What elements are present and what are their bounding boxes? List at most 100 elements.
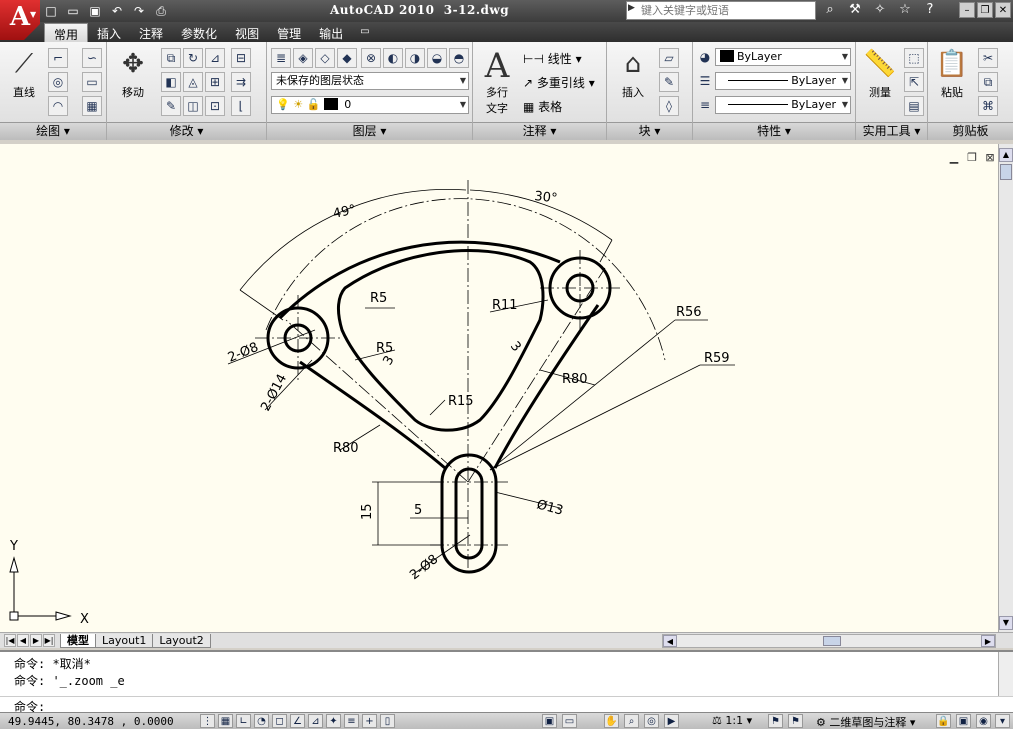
spline-icon[interactable]: ∽ xyxy=(82,48,102,68)
scroll-right-icon[interactable]: ▶ xyxy=(981,635,995,647)
layer-lock-icon[interactable]: ◆ xyxy=(337,48,357,68)
paste-button[interactable]: 📋 粘贴 xyxy=(930,46,974,100)
tab-layout1[interactable]: Layout1 xyxy=(95,634,154,648)
mtext-button[interactable]: A 多行 文字 xyxy=(475,46,519,116)
rectangle-icon[interactable]: ▭ xyxy=(82,72,102,92)
minimize-button[interactable]: – xyxy=(959,2,975,18)
redo-icon[interactable]: ↷ xyxy=(130,2,148,20)
tab-parametric[interactable]: 参数化 xyxy=(172,23,226,42)
steering-wheel-icon[interactable]: ◎ xyxy=(644,714,659,728)
match-properties-icon[interactable]: ⌘ xyxy=(978,96,998,116)
insert-block-button[interactable]: ⌂ 插入 xyxy=(611,46,655,100)
lineweight-icon[interactable]: ≡ xyxy=(695,96,715,116)
copy-icon[interactable]: ⧉ xyxy=(161,48,181,68)
hscroll-thumb[interactable] xyxy=(823,636,841,646)
layer-state-select[interactable]: 未保存的图层状态 ▼ xyxy=(271,72,469,90)
annotation-panel-title[interactable]: 注释 ▾ xyxy=(473,122,606,140)
lineweight-select[interactable]: ByLayer ▼ xyxy=(715,96,851,114)
mleader-button[interactable]: ↗ 多重引线 ▾ xyxy=(523,74,595,91)
communication-icon[interactable]: ✧ xyxy=(870,2,890,17)
utilities-panel-title[interactable]: 实用工具 ▾ xyxy=(856,122,927,140)
horizontal-scrollbar[interactable]: ◀ ▶ xyxy=(662,634,996,648)
measure-button[interactable]: 📏 测量 xyxy=(858,46,902,100)
next-layout-icon[interactable]: ▶ xyxy=(30,634,42,647)
tab-layout2[interactable]: Layout2 xyxy=(152,634,211,648)
help-icon[interactable]: ? xyxy=(920,2,940,17)
quick-select-icon[interactable]: ⬚ xyxy=(904,48,924,68)
layer-select[interactable]: 💡 ☀ 🔓 0 ▼ xyxy=(271,96,469,114)
select-icon[interactable]: ⇱ xyxy=(904,72,924,92)
layer-properties-icon[interactable]: ≣ xyxy=(271,48,291,68)
layer-prev-icon[interactable]: ◒ xyxy=(427,48,447,68)
model-space-icon[interactable]: ▣ xyxy=(542,714,557,728)
hatch-icon[interactable]: ▦ xyxy=(82,96,102,116)
block-panel-title[interactable]: 块 ▾ xyxy=(607,122,692,140)
layer-iso-icon[interactable]: ◐ xyxy=(383,48,403,68)
scroll-thumb[interactable] xyxy=(1000,164,1012,180)
circle-icon[interactable]: ◎ xyxy=(48,72,68,92)
object-snap-icon[interactable]: ◻ xyxy=(272,714,287,728)
mirror-icon[interactable]: ◧ xyxy=(161,72,181,92)
ducs-icon[interactable]: ⊿ xyxy=(308,714,323,728)
last-layout-icon[interactable]: ▶| xyxy=(43,634,55,647)
move-button[interactable]: ✥ 移动 xyxy=(111,46,155,100)
open-icon[interactable]: ▭ xyxy=(64,2,82,20)
linear-dim-button[interactable]: ⊢⊣ 线性 ▾ xyxy=(523,50,582,67)
new-icon[interactable]: □ xyxy=(42,2,60,20)
layer-freeze-icon[interactable]: ◇ xyxy=(315,48,335,68)
scroll-up-icon[interactable]: ▲ xyxy=(999,148,1013,162)
layers-panel-title[interactable]: 图层 ▾ xyxy=(267,122,472,140)
scale-icon[interactable]: ⊞ xyxy=(205,72,225,92)
coordinate-readout[interactable]: 49.9445, 80.3478 , 0.0000 xyxy=(8,715,174,728)
scroll-left-icon[interactable]: ◀ xyxy=(663,635,677,647)
trim-icon[interactable]: ⊿ xyxy=(205,48,225,68)
object-snap-tracking-icon[interactable]: ∠ xyxy=(290,714,305,728)
selection-cycling-icon[interactable]: ▯ xyxy=(380,714,395,728)
modify-panel-title[interactable]: 修改 ▾ xyxy=(107,122,266,140)
vertical-scrollbar[interactable]: ▲ ▼ xyxy=(998,144,1013,632)
polyline-icon[interactable]: ⌐ xyxy=(48,48,68,68)
copy-clip-icon[interactable]: ⧉ xyxy=(978,72,998,92)
ortho-mode-icon[interactable]: ∟ xyxy=(236,714,251,728)
undo-icon[interactable]: ↶ xyxy=(108,2,126,20)
offset-icon[interactable]: ⇉ xyxy=(231,72,251,92)
clean-screen-icon[interactable]: ▾ xyxy=(995,714,1010,728)
color-wheel-icon[interactable]: ◕ xyxy=(695,48,715,68)
edit-block-icon[interactable]: ✎ xyxy=(659,72,679,92)
rotate-icon[interactable]: ↻ xyxy=(183,48,203,68)
stretch-icon[interactable]: ✎ xyxy=(161,96,181,116)
properties-panel-title[interactable]: 特性 ▾ xyxy=(693,122,855,140)
restore-button[interactable]: ❐ xyxy=(977,2,993,18)
isolate-objects-icon[interactable]: ◉ xyxy=(976,714,991,728)
save-icon[interactable]: ▣ xyxy=(86,2,104,20)
command-input[interactable] xyxy=(56,698,926,713)
scroll-down-icon[interactable]: ▼ xyxy=(999,616,1013,630)
pan-icon[interactable]: ✋ xyxy=(604,714,619,728)
lineweight-display-icon[interactable]: ≡ xyxy=(344,714,359,728)
chevron-down-icon[interactable]: ▼ xyxy=(30,10,36,19)
layer-walk-icon[interactable]: ◓ xyxy=(449,48,469,68)
prev-layout-icon[interactable]: ◀ xyxy=(17,634,29,647)
hardware-acceleration-icon[interactable]: ▣ xyxy=(956,714,971,728)
create-block-icon[interactable]: ▱ xyxy=(659,48,679,68)
line-button[interactable]: ⟋ 直线 xyxy=(2,46,46,100)
linetype-icon[interactable]: ☰ xyxy=(695,72,715,92)
grid-mode-icon[interactable]: ▦ xyxy=(218,714,233,728)
close-button[interactable]: ✕ xyxy=(995,2,1011,18)
linetype-select[interactable]: ByLayer ▼ xyxy=(715,72,851,90)
color-select[interactable]: ByLayer ▼ xyxy=(715,48,851,66)
tab-view[interactable]: 视图 xyxy=(226,23,268,42)
polar-tracking-icon[interactable]: ◔ xyxy=(254,714,269,728)
layer-unisolate-icon[interactable]: ◑ xyxy=(405,48,425,68)
showmotion-icon[interactable]: ▶ xyxy=(664,714,679,728)
plot-icon[interactable]: ⎙ xyxy=(152,2,170,20)
tab-home[interactable]: 常用 xyxy=(44,23,89,42)
auto-scale-icon[interactable]: ⚑ xyxy=(788,714,803,728)
star-icon[interactable]: ☆ xyxy=(895,2,915,17)
layer-match-icon[interactable]: ⊗ xyxy=(361,48,381,68)
layer-on-icon[interactable]: ◈ xyxy=(293,48,313,68)
command-scrollbar[interactable] xyxy=(998,652,1013,696)
binoculars-icon[interactable]: ⌕ xyxy=(820,2,840,17)
drawing-restore-button[interactable]: ❐ xyxy=(965,152,979,164)
tab-insert[interactable]: 插入 xyxy=(88,23,130,42)
